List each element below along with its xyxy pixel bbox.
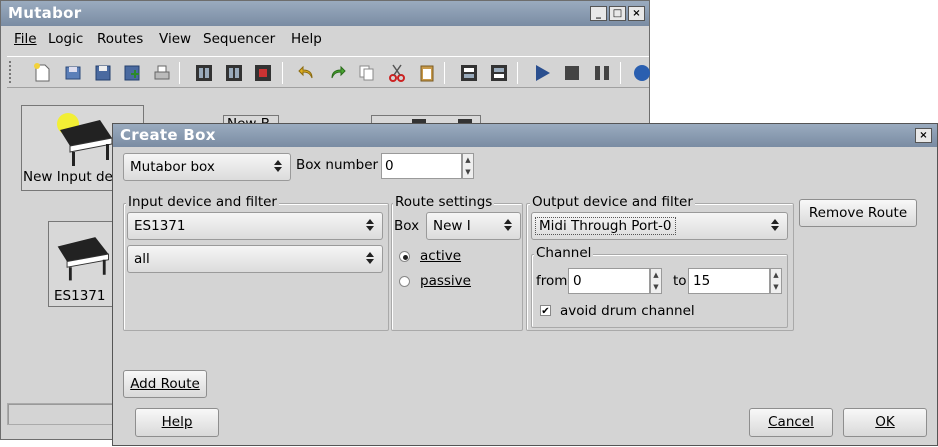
output-device-select[interactable]: Midi Through Port-0	[531, 212, 788, 240]
cut-icon[interactable]	[387, 63, 407, 83]
save-as-icon[interactable]	[122, 63, 142, 83]
passive-radio[interactable]	[399, 276, 410, 287]
dialog-titlebar[interactable]: Create Box ×	[113, 124, 937, 147]
main-titlebar[interactable]: Mutabor _ □ ×	[1, 1, 649, 26]
output-group-label: Output device and filter	[530, 194, 695, 210]
box-number-label: Box number	[296, 157, 379, 173]
box-number-spinner[interactable]: ▲ ▼	[462, 153, 474, 179]
help-icon[interactable]	[632, 63, 652, 83]
input-box-es1371[interactable]: ES1371	[48, 221, 119, 307]
route-save-icon[interactable]	[489, 63, 509, 83]
select-arrows-icon	[274, 160, 282, 172]
select-arrows-icon	[771, 219, 779, 231]
channel-group-label: Channel	[534, 245, 594, 261]
logic-activate-icon[interactable]	[224, 63, 244, 83]
menu-file[interactable]: File	[14, 31, 37, 47]
logic-stop-icon[interactable]	[253, 63, 273, 83]
menu-view[interactable]: View	[159, 31, 191, 47]
add-route-button[interactable]: Add Route	[123, 370, 207, 398]
close-icon[interactable]: ×	[628, 6, 645, 21]
input-device-select[interactable]: ES1371	[127, 212, 383, 240]
toolbar	[7, 56, 652, 88]
save-icon[interactable]	[93, 63, 113, 83]
menu-help[interactable]: Help	[291, 31, 322, 47]
redo-icon[interactable]	[327, 63, 347, 83]
dialog-close-icon[interactable]: ×	[915, 128, 932, 143]
main-window-title: Mutabor	[8, 4, 82, 22]
menu-sequencer[interactable]: Sequencer	[203, 31, 275, 47]
passive-radio-label[interactable]: passive	[420, 273, 471, 289]
select-arrows-icon	[504, 219, 512, 231]
channel-from-input[interactable]: 0	[568, 268, 650, 294]
active-radio-label[interactable]: active	[420, 248, 461, 264]
undo-icon[interactable]	[297, 63, 317, 83]
cancel-button[interactable]: Cancel	[749, 408, 833, 437]
copy-icon[interactable]	[357, 63, 377, 83]
maximize-icon[interactable]: □	[609, 6, 626, 21]
toolbar-separator	[620, 62, 621, 84]
channel-to-input[interactable]: 15	[688, 268, 770, 294]
toolbar-grip[interactable]	[9, 61, 12, 83]
menu-routes[interactable]: Routes	[97, 31, 143, 47]
from-label: from	[536, 273, 568, 289]
toolbar-separator	[517, 62, 518, 84]
menu-bar: File Logic Routes View Sequencer Help	[1, 31, 649, 51]
input-filter-select[interactable]: all	[127, 245, 383, 273]
print-icon[interactable]	[152, 63, 172, 83]
route-load-icon[interactable]	[459, 63, 479, 83]
avoid-drum-label[interactable]: avoid drum channel	[560, 303, 695, 319]
play-icon[interactable]	[532, 63, 552, 83]
select-arrows-icon	[366, 252, 374, 264]
box-number-input[interactable]: 0	[381, 153, 462, 179]
minimize-icon[interactable]: _	[590, 6, 607, 21]
route-group-label: Route settings	[393, 194, 495, 210]
input-group-label: Input device and filter	[126, 194, 279, 210]
create-box-dialog: Create Box × Mutabor box Box number 0 ▲ ▼…	[112, 123, 938, 446]
open-file-icon[interactable]	[63, 63, 83, 83]
toolbar-separator	[444, 62, 445, 84]
avoid-drum-checkbox[interactable]: ✔	[540, 305, 551, 317]
box-label: New Input de	[23, 169, 113, 185]
ok-button[interactable]: OK	[843, 408, 927, 437]
pause-icon[interactable]	[592, 63, 612, 83]
route-box-label: Box	[394, 218, 420, 234]
toolbar-separator	[179, 62, 180, 84]
select-arrows-icon	[366, 219, 374, 231]
to-label: to	[673, 273, 687, 289]
piano-icon	[57, 113, 113, 166]
paste-icon[interactable]	[417, 63, 437, 83]
route-box-select[interactable]: New I	[426, 212, 521, 240]
logic-compile-icon[interactable]	[194, 63, 214, 83]
help-button[interactable]: Help	[135, 408, 219, 437]
remove-route-button[interactable]: Remove Route	[799, 199, 917, 227]
channel-from-spinner[interactable]: ▲ ▼	[650, 268, 662, 294]
box-type-select[interactable]: Mutabor box	[123, 153, 291, 181]
box-label: ES1371	[54, 288, 106, 304]
menu-logic[interactable]: Logic	[48, 31, 83, 47]
new-file-icon[interactable]	[32, 63, 52, 83]
piano-icon	[57, 237, 109, 281]
stop-icon[interactable]	[562, 63, 582, 83]
active-radio[interactable]	[399, 251, 410, 262]
toolbar-separator	[282, 62, 283, 84]
dialog-title: Create Box	[120, 126, 216, 144]
channel-to-spinner[interactable]: ▲ ▼	[770, 268, 782, 294]
